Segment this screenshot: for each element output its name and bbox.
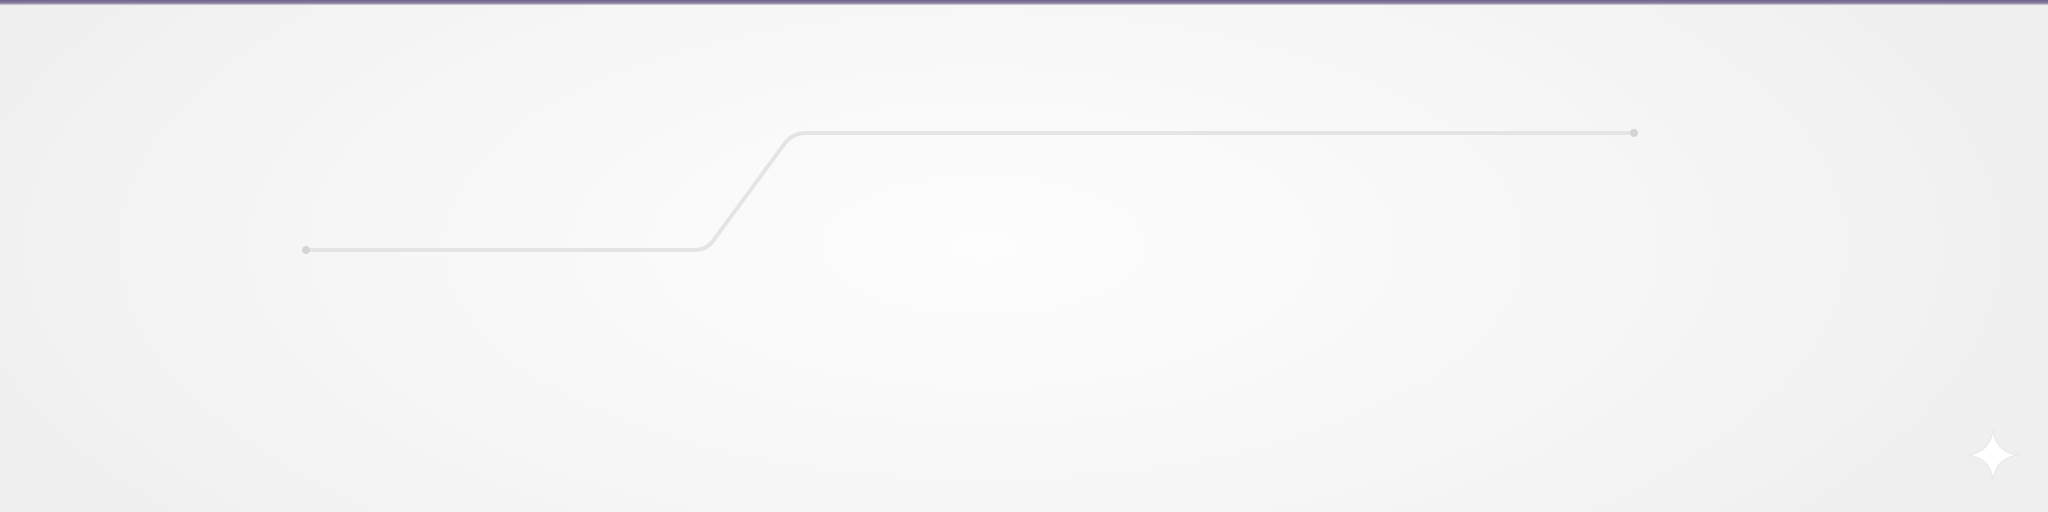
connector-start-dot: [302, 246, 310, 254]
sparkle-icon: [1967, 429, 2019, 481]
connector-line: [304, 131, 1635, 252]
canvas: [0, 0, 2048, 512]
connector-end-dot: [1630, 129, 1638, 137]
connector-diagram: [302, 129, 1638, 254]
